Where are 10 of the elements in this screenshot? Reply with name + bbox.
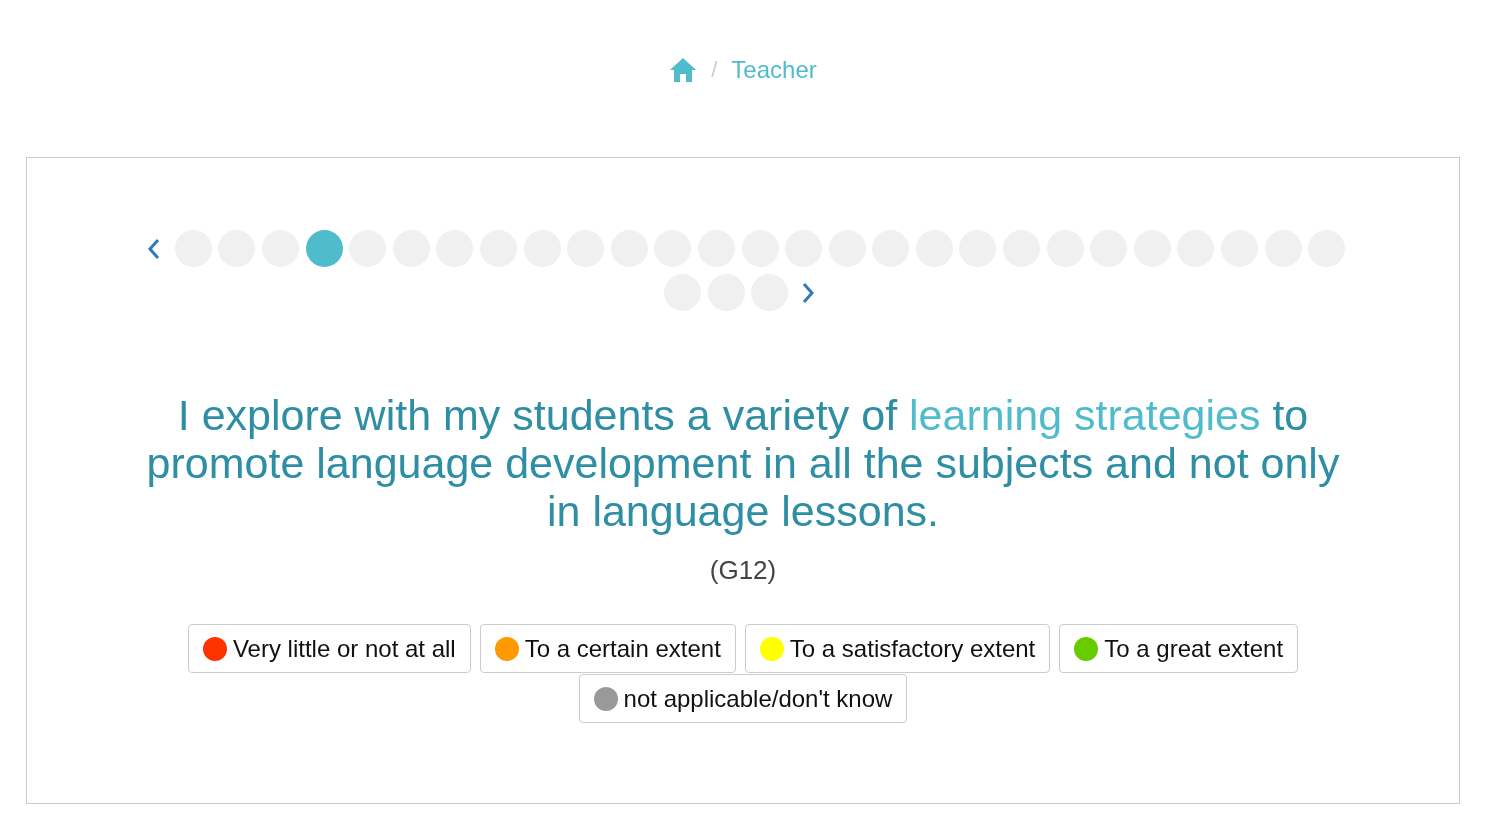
answer-option[interactable]: Very little or not at all	[187, 624, 471, 673]
home-icon[interactable]	[669, 57, 698, 83]
answer-option[interactable]: To a certain extent	[479, 624, 736, 673]
answer-option[interactable]: To a great extent	[1059, 624, 1299, 673]
question-code: (G12)	[708, 555, 778, 586]
answer-option[interactable]: not applicable/don't know	[578, 674, 908, 723]
answer-option[interactable]: To a satisfactory extent	[744, 624, 1051, 673]
question-text: I explore with my students a variety of learning strategies to promote language development in all the subjects and not only in language lessons.	[145, 391, 1341, 535]
page-dot[interactable]	[305, 230, 343, 267]
breadcrumb-separator: /	[711, 57, 718, 83]
